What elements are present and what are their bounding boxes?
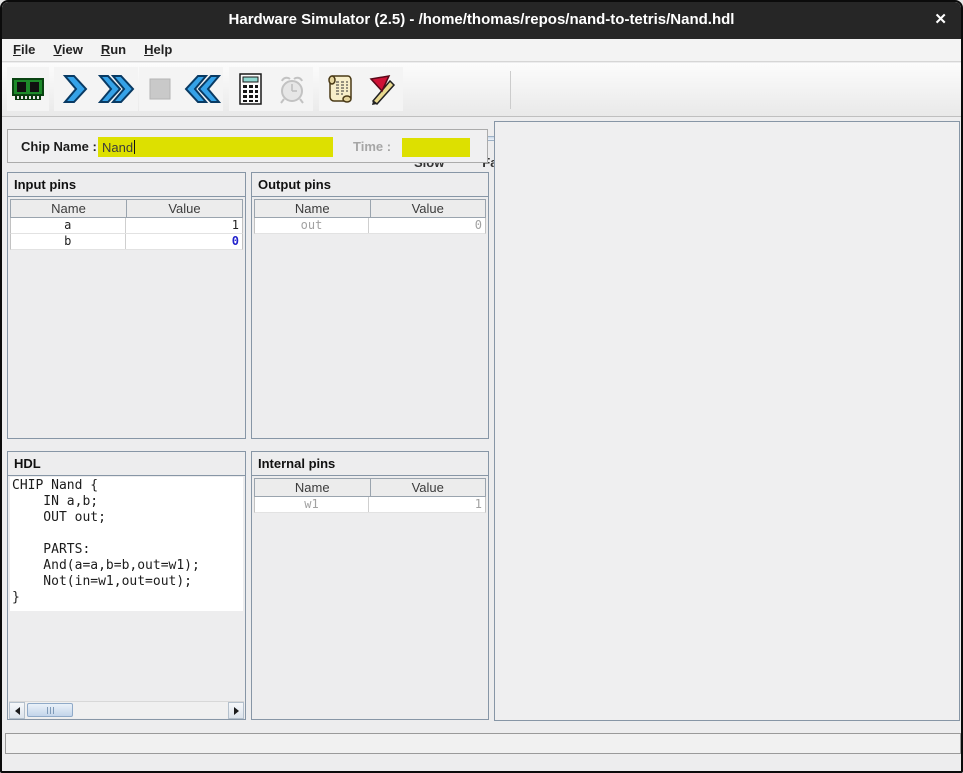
text-caret: [134, 140, 135, 154]
stop-icon: [145, 74, 175, 104]
scroll-right-button[interactable]: [228, 702, 244, 719]
run-button[interactable]: [96, 67, 138, 111]
input-pins-title: Input pins: [8, 173, 245, 197]
output-pins-panel: Output pins Name Value out 0: [251, 172, 489, 439]
hdl-code-view[interactable]: CHIP Nand { IN a,b; OUT out; PARTS: And(…: [10, 477, 243, 611]
pin-name: b: [11, 234, 125, 249]
menu-help[interactable]: Help: [135, 39, 181, 61]
hdl-horizontal-scrollbar[interactable]: [9, 701, 244, 718]
pin-name: w1: [255, 497, 368, 512]
script-icon: [324, 72, 356, 106]
close-icon[interactable]: ✕: [934, 10, 947, 28]
breakpoint-flag-icon: [365, 72, 399, 106]
calculator-icon: [236, 72, 264, 106]
toolbar: Slow Fast Animate: Program flow Format: …: [2, 63, 961, 117]
triangle-right-icon: [234, 707, 239, 715]
toolbar-separator: [510, 71, 511, 109]
chip-header-bar: Chip Name : Nand Time :: [7, 129, 488, 163]
pin-name: out: [255, 218, 368, 233]
menu-run[interactable]: Run: [92, 39, 135, 61]
clock-button[interactable]: [271, 67, 313, 111]
scrollbar-thumb[interactable]: [27, 703, 73, 717]
script-button[interactable]: [319, 67, 361, 111]
menu-view[interactable]: View: [44, 39, 91, 61]
internal-pins-panel: Internal pins Name Value w1 1: [251, 451, 489, 720]
chip-name-label: Chip Name :: [21, 139, 97, 154]
column-header-value: Value: [370, 479, 486, 496]
pin-name: a: [11, 218, 125, 233]
table-row: a 1: [10, 218, 243, 234]
scroll-left-button[interactable]: [9, 702, 25, 719]
hdl-title: HDL: [8, 452, 245, 476]
column-header-value: Value: [370, 200, 486, 217]
stop-button[interactable]: [139, 67, 181, 111]
breakpoint-button[interactable]: [361, 67, 403, 111]
triangle-left-icon: [15, 707, 20, 715]
clock-icon: [275, 72, 309, 106]
column-header-value: Value: [126, 200, 242, 217]
fast-forward-icon: [98, 73, 136, 105]
input-pins-panel: Input pins Name Value a 1 b 0: [7, 172, 246, 439]
column-header-name: Name: [255, 200, 370, 217]
column-header-name: Name: [255, 479, 370, 496]
pin-value[interactable]: 1: [125, 218, 243, 233]
chip-name-input[interactable]: Nand: [98, 137, 333, 157]
status-message-bar: [5, 733, 961, 754]
table-header: Name Value: [254, 199, 486, 218]
time-label: Time :: [353, 139, 391, 154]
rewind-icon: [183, 73, 221, 105]
internal-pins-table: Name Value w1 1: [254, 478, 486, 513]
hardware-simulator-window: Hardware Simulator (2.5) - /home/thomas/…: [0, 0, 963, 773]
chip-view-panel: [494, 121, 960, 721]
table-header: Name Value: [254, 478, 486, 497]
pin-value[interactable]: 1: [368, 497, 485, 512]
pin-value[interactable]: 0: [125, 234, 243, 249]
input-pins-table: Name Value a 1 b 0: [10, 199, 243, 250]
pin-value[interactable]: 0: [368, 218, 485, 233]
load-chip-button[interactable]: [7, 67, 49, 111]
column-header-name: Name: [11, 200, 126, 217]
output-pins-table: Name Value out 0: [254, 199, 486, 234]
single-step-button[interactable]: [54, 67, 96, 111]
single-step-icon: [61, 73, 89, 105]
chip-name-value: Nand: [102, 140, 133, 155]
menu-bar: File View Run Help: [2, 39, 961, 62]
internal-pins-title: Internal pins: [252, 452, 488, 476]
table-row: b 0: [10, 234, 243, 250]
title-bar: Hardware Simulator (2.5) - /home/thomas/…: [2, 2, 961, 39]
output-pins-title: Output pins: [252, 173, 488, 197]
calculator-button[interactable]: [229, 67, 271, 111]
table-header: Name Value: [10, 199, 243, 218]
hdl-panel: HDL CHIP Nand { IN a,b; OUT out; PARTS: …: [7, 451, 246, 720]
time-field[interactable]: [402, 138, 470, 157]
table-row: out 0: [254, 218, 486, 234]
menu-file[interactable]: File: [4, 39, 44, 61]
window-title: Hardware Simulator (2.5) - /home/thomas/…: [2, 11, 961, 28]
reset-button[interactable]: [181, 67, 223, 111]
chip-icon: [10, 75, 46, 103]
table-row: w1 1: [254, 497, 486, 513]
